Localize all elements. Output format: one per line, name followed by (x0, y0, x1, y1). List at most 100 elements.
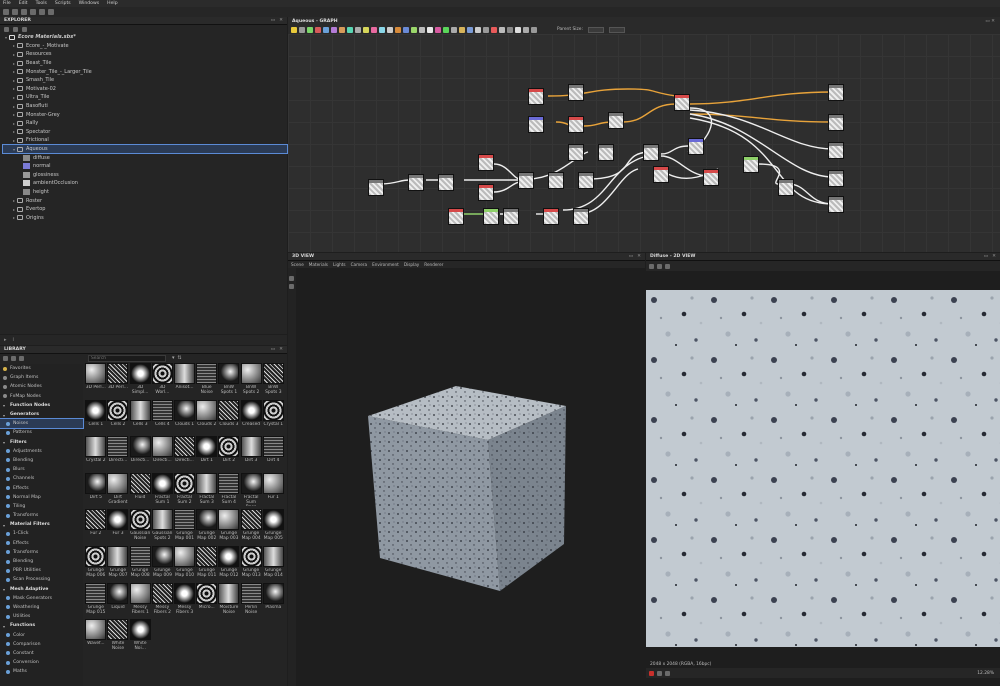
explorer-graph-monster_tile_-_larger_tile[interactable]: ▸ Monster_Tile_-_Larger_Tile (3, 67, 287, 76)
library-tile-fractal-sum-3[interactable]: Fractal Sum 3 (196, 472, 218, 510)
graph-node[interactable] (828, 114, 844, 131)
library-tile-fractal-sum-4[interactable]: Fractal Sum 4 (218, 472, 240, 510)
view3d-menu-camera[interactable]: Camera (351, 262, 367, 267)
save-all-icon[interactable] (30, 9, 36, 15)
library-nav-generators[interactable]: ▾ Generators (0, 410, 83, 419)
close-icon[interactable]: ✕ (279, 18, 283, 23)
library-tile-fur-3[interactable]: Fur 3 (107, 509, 129, 546)
library-tile-dirt-5[interactable]: Dirt 5 (85, 472, 107, 510)
library-tile-messy-fibers-3[interactable]: Messy Fibers 3 (174, 582, 196, 620)
graph-node[interactable] (578, 172, 594, 189)
library-nav-weathering[interactable]: Weathering (0, 603, 83, 612)
library-search-input[interactable] (88, 355, 166, 362)
library-nav-noises[interactable]: Noises (0, 418, 84, 430)
graph-tool-icon[interactable] (363, 26, 369, 33)
library-tile-gaussian-noise[interactable]: Gaussian Noise (129, 509, 151, 546)
library-tile-moisture-noise[interactable]: Moisture Noise (218, 582, 240, 620)
explorer-graph-spectator[interactable]: ▸ Spectator (3, 128, 287, 137)
open-icon[interactable] (12, 9, 18, 15)
explorer-graph-basofluti[interactable]: ▸ Basofluti (3, 102, 287, 111)
new-icon[interactable] (3, 9, 9, 15)
diffuse-texture[interactable] (646, 290, 1000, 647)
filter-icon[interactable]: ▾ (172, 355, 175, 362)
graph-tool-icon[interactable] (315, 26, 321, 33)
library-tile-directi-[interactable]: Directi... (151, 436, 174, 473)
view3d-menu-display[interactable]: Display (404, 262, 419, 267)
explorer-output-glossiness[interactable]: glossiness (3, 171, 287, 180)
library-nav-effects[interactable]: Effects (0, 483, 83, 492)
graph-tool-icon[interactable] (475, 26, 481, 33)
library-tile-directi-[interactable]: Directi... (129, 436, 151, 473)
library-tile-dirt-3[interactable]: Dirt 3 (240, 436, 262, 473)
save-package-icon[interactable] (22, 26, 27, 32)
library-tile-wavef-[interactable]: Wavef... (85, 619, 107, 656)
graph-node[interactable] (688, 138, 704, 155)
graph-node[interactable] (828, 142, 844, 159)
graph-node[interactable] (643, 144, 659, 161)
explorer-output-normal[interactable]: normal (3, 162, 287, 171)
graph-node[interactable] (703, 169, 719, 186)
explorer-graph-evertop[interactable]: ▸ Evertop (3, 205, 287, 214)
graph-tool-icon[interactable] (443, 26, 449, 33)
graph-tool-icon[interactable] (451, 26, 457, 33)
graph-node[interactable] (674, 94, 690, 111)
library-nav-maths[interactable]: Maths (0, 667, 83, 676)
library-tile-grunge-map-015[interactable]: Grunge Map 015 (85, 582, 107, 620)
explorer-graph-aqueous[interactable]: ▾ Aqueous (2, 143, 288, 155)
library-nav-favorites[interactable]: Favorites (0, 364, 83, 373)
library-add-icon[interactable] (11, 355, 16, 361)
library-tile-grunge-map-002[interactable]: Grunge Map 002 (196, 509, 218, 546)
package-root[interactable]: ▾ Ecore Materials.sbs* (3, 33, 287, 42)
library-nav-material-filters[interactable]: ▾ Material Filters (0, 520, 83, 529)
explorer-graph-frictional[interactable]: ▸ Frictional (3, 136, 287, 145)
graph-node[interactable] (568, 84, 584, 101)
open-package-icon[interactable] (13, 26, 18, 32)
graph-node[interactable] (483, 208, 499, 225)
menu-edit[interactable]: Edit (19, 1, 28, 6)
library-tile-fur-1[interactable]: Fur 1 (262, 472, 285, 510)
library-tile-dirt-4[interactable]: Dirt 4 (262, 436, 285, 473)
graph-tool-icon[interactable] (403, 26, 409, 33)
library-tile-fractal-sum-1[interactable]: Fractal Sum 1 (151, 472, 174, 510)
library-tile-cells-1[interactable]: Cells 1 (85, 399, 107, 437)
library-tile-grunge-map-004[interactable]: Grunge Map 004 (240, 509, 262, 546)
library-tile-grunge-map-010[interactable]: Grunge Map 010 (174, 545, 196, 583)
zoom-level[interactable]: 12.28% (977, 671, 994, 676)
graph-node[interactable] (503, 208, 519, 225)
library-tile-grunge-map-011[interactable]: Grunge Map 011 (196, 545, 218, 583)
library-tile-grunge-map-014[interactable]: Grunge Map 014 (262, 545, 285, 583)
graph-node[interactable] (568, 144, 584, 161)
library-nav-channels[interactable]: Channels (0, 474, 83, 483)
graph-tool-icon[interactable] (467, 26, 473, 33)
library-nav-blending[interactable]: Blending (0, 456, 83, 465)
graph-tool-icon[interactable] (299, 26, 305, 33)
library-tile-cells-4[interactable]: Cells 4 (151, 399, 174, 437)
library-tile-clouds-3[interactable]: Clouds 3 (218, 399, 240, 437)
library-nav-filters[interactable]: ▾ Filters (0, 438, 83, 447)
float-icon[interactable]: ▭ (271, 18, 275, 23)
view2d-float-icon[interactable]: ▭ (984, 254, 988, 259)
graph-tool-icon[interactable] (459, 26, 465, 33)
library-tile-messy-fibers-1[interactable]: Messy Fibers 1 (129, 582, 151, 620)
graph-tool-icon[interactable] (371, 26, 377, 33)
library-nav-transforms[interactable]: Transforms (0, 548, 83, 557)
parent-size-dropdown[interactable] (587, 26, 604, 33)
library-nav-transforms[interactable]: Transforms (0, 511, 83, 520)
info-icon[interactable]: i (13, 337, 14, 343)
library-tile-dirt-gradient[interactable]: Dirt Gradient (107, 472, 129, 510)
library-nav-pbr-utilities[interactable]: PBR Utilities (0, 566, 83, 575)
explorer-output-ambientocclusion[interactable]: ambientOcclusion (3, 179, 287, 188)
library-tile-messy-fibers-2[interactable]: Messy Fibers 2 (151, 582, 174, 620)
graph-tool-icon[interactable] (435, 26, 441, 33)
library-tile-grunge-map-007[interactable]: Grunge Map 007 (107, 545, 129, 583)
graph-tool-icon[interactable] (379, 26, 385, 33)
library-tile-white-noi-[interactable]: White Noi... (129, 619, 151, 656)
menu-help[interactable]: Help (107, 1, 117, 6)
publish-icon[interactable] (39, 9, 45, 15)
library-tile-grunge-map-005[interactable]: Grunge Map 005 (262, 509, 285, 546)
explorer-graph-resources[interactable]: ▸ Resources (3, 50, 287, 59)
graph-node[interactable] (743, 156, 759, 173)
library-nav-atomic-nodes[interactable]: Atomic Nodes (0, 382, 83, 391)
library-tile-clouds-2[interactable]: Clouds 2 (196, 399, 218, 437)
library-float-icon[interactable]: ▭ (271, 347, 275, 352)
